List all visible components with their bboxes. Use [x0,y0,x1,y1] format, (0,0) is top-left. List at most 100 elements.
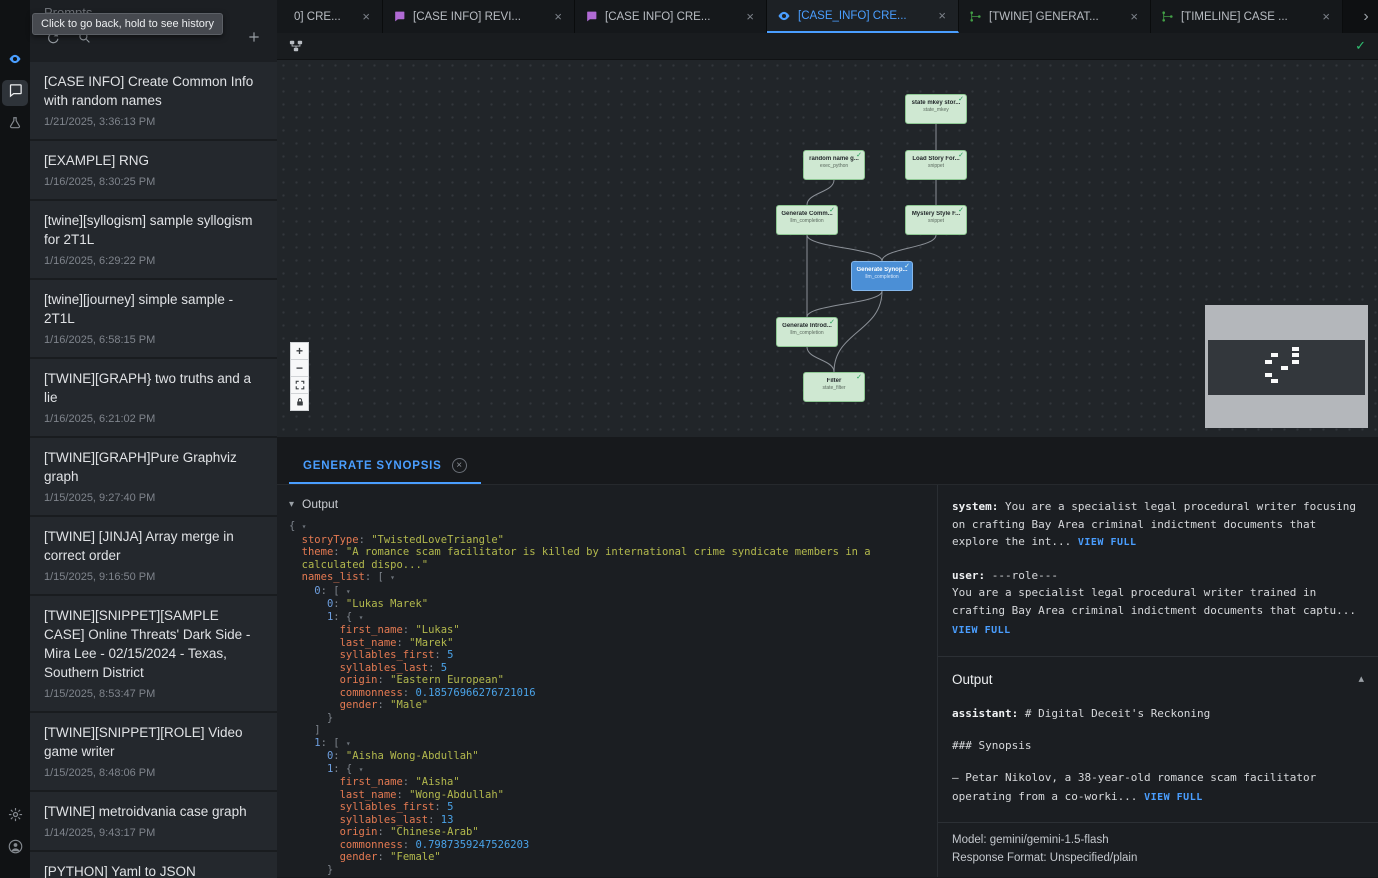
view-full-link[interactable]: VIEW FULL [1078,537,1137,548]
tab-close-icon[interactable]: × [936,9,948,22]
history-tooltip: Click to go back, hold to see history [32,13,223,35]
bottom-tab-bar: GENERATE SYNOPSIS × [277,437,1378,485]
user-message-text: You are a specialist legal procedural wr… [952,584,1364,619]
rail-item-eye[interactable] [2,48,28,74]
tab-close-icon[interactable]: × [1320,10,1332,23]
graph-canvas[interactable]: ✓ state mkey stor...state_mkey✓random na… [277,33,1378,437]
zoom-in-button[interactable]: + [290,342,309,360]
prompt-title: [twine][syllogism] sample syllogism for … [44,211,263,249]
tab-label: [TWINE] GENERAT... [989,11,1121,23]
bottom-tab-label: GENERATE SYNOPSIS [303,460,442,472]
zoom-out-button[interactable]: − [290,359,309,377]
fit-view-button[interactable] [290,376,309,394]
prompt-title: [TWINE][SNIPPET][ROLE] Video game writer [44,723,263,761]
prompt-list-item[interactable]: [TWINE][GRAPH} two truths and a lie 1/16… [30,359,277,438]
messages-output-collapse-chevron[interactable]: ▴ [1358,671,1364,689]
editor-tab[interactable]: [CASE INFO] CRE... × [575,0,767,33]
prompt-list-item[interactable]: [twine][syllogism] sample syllogism for … [30,201,277,280]
tab-close-icon[interactable]: × [552,10,564,23]
tab-overflow-chevron[interactable]: › [1354,0,1378,33]
node-success-check-icon: ✓ [958,151,964,159]
graph-node-random_name[interactable]: random name g...exec_python✓ [803,150,865,180]
prompt-title: [TWINE][GRAPH]Pure Graphviz graph [44,448,263,486]
prompt-list-item[interactable]: [EXAMPLE] RNG 1/16/2025, 8:30:25 PM [30,141,277,201]
prompt-title: [TWINE][SNIPPET][SAMPLE CASE] Online Thr… [44,606,263,682]
messages-panel: system: You are a specialist legal proce… [938,485,1378,877]
rail-item-flask[interactable] [2,112,28,138]
json-collapse-caret[interactable]: ▾ [359,613,364,622]
graph-node-generate_common[interactable]: Generate Comm...llm_completion✓ [776,205,838,235]
canvas-status-check-icon: ✓ [1355,38,1366,54]
node-subtitle: state_filter [804,385,864,391]
tab-label: [CASE INFO] CRE... [605,11,737,23]
prompt-list-item[interactable]: [TWINE] metroidvania case graph 1/14/202… [30,792,277,852]
rail-item-settings[interactable] [2,804,28,830]
editor-tab[interactable]: [TWINE] GENERAT... × [959,0,1151,33]
tab-label: [CASE_INFO] CRE... [798,10,929,22]
minimap-node-dot [1265,373,1272,377]
graph-node-generate_synopsis[interactable]: Generate Synop...llm_completion✓ [851,261,913,291]
graph-node-load_story[interactable]: Load Story For...snippet✓ [905,150,967,180]
eye-icon [777,9,791,23]
minimap[interactable] [1205,305,1368,428]
json-line: 0: [ ▾ [289,585,937,599]
prompt-list-item[interactable]: [twine][journey] simple sample - 2T1L 1/… [30,280,277,359]
json-line: ] [289,724,937,737]
bottom-tab-generate-synopsis[interactable]: GENERATE SYNOPSIS × [289,458,481,484]
graph-layout-icon[interactable] [289,39,303,53]
view-full-link[interactable]: VIEW FULL [952,625,1011,636]
prompt-timestamp: 1/16/2025, 6:58:15 PM [44,334,263,346]
user-message-prefix: ---role--- [992,569,1058,582]
node-title: Generate Synop... [852,267,912,273]
rail-item-account[interactable] [2,836,28,862]
json-line: storyType: "TwistedLoveTriangle" [289,534,937,547]
prompt-list-item[interactable]: [TWINE][SNIPPET][ROLE] Video game writer… [30,713,277,792]
json-collapse-caret[interactable]: ▾ [359,765,364,774]
prompt-list-item[interactable]: [TWINE] [JINJA] Array merge in correct o… [30,517,277,596]
json-line: origin: "Chinese-Arab" [289,826,937,839]
editor-tab[interactable]: [TIMELINE] CASE ... × [1151,0,1343,33]
json-collapse-caret[interactable]: ▾ [346,739,351,748]
prompt-list-item[interactable]: [PYTHON] Yaml to JSON [30,852,277,878]
graph-node-generate_intro[interactable]: Generate Introd...llm_completion✓ [776,317,838,347]
node-success-check-icon: ✓ [958,206,964,214]
prompt-list-item[interactable]: [TWINE][GRAPH]Pure Graphviz graph 1/15/2… [30,438,277,517]
lock-button[interactable] [290,393,309,411]
tab-close-icon[interactable]: × [744,10,756,23]
tab-close-icon[interactable]: × [360,10,372,23]
node-subtitle: state_mkey [906,107,966,113]
eye-icon [8,52,22,71]
editor-tab[interactable]: [CASE_INFO] CRE... × [767,0,959,33]
prompts-panel: Prompts [CASE INFO] Create Common Info w… [30,0,277,878]
view-full-link[interactable]: VIEW FULL [1144,792,1203,803]
json-collapse-caret[interactable]: ▾ [302,522,307,531]
editor-tab[interactable]: 0] CRE... × [277,0,383,33]
prompt-title: [twine][journey] simple sample - 2T1L [44,290,263,328]
node-title: Generate Introd... [777,323,837,329]
rail-top-group [0,0,30,138]
json-line: names_list: [ ▾ [289,571,937,585]
main-area: 0] CRE... × [CASE INFO] REVI... × [CASE … [277,0,1378,878]
json-line: } [289,712,937,725]
bottom-tab-close-icon[interactable]: × [452,458,467,473]
add-prompt-button[interactable] [247,30,261,44]
node-success-check-icon: ✓ [829,206,835,214]
json-collapse-caret[interactable]: ▾ [346,587,351,596]
tab-close-icon[interactable]: × [1128,10,1140,23]
assistant-line-2: ### Synopsis [952,736,1364,755]
prompt-list-item[interactable]: [CASE INFO] Create Common Info with rand… [30,62,277,141]
prompt-title: [CASE INFO] Create Common Info with rand… [44,72,263,110]
graph-node-filter[interactable]: Filterstate_filter✓ [803,372,865,402]
output-json-panel: ▾ Output { ▾ storyType: "TwistedLoveTria… [277,485,938,877]
graph-node-state_mkey[interactable]: state mkey stor...state_mkey✓ [905,94,967,124]
output-collapse-chevron[interactable]: ▾ [289,499,294,510]
graph-node-mystery_style[interactable]: Mystery Style F...snippet✓ [905,205,967,235]
editor-tab[interactable]: [CASE INFO] REVI... × [383,0,575,33]
output-json-header: Output [302,497,338,511]
fit-view-icon [295,380,305,390]
prompt-list-item[interactable]: [TWINE][SNIPPET][SAMPLE CASE] Online Thr… [30,596,277,713]
json-collapse-caret[interactable]: ▾ [390,573,395,582]
rail-item-messages[interactable] [2,80,28,106]
json-line: first_name: "Aisha" [289,776,937,789]
json-line: theme: "A romance scam facilitator is ki… [289,546,937,559]
